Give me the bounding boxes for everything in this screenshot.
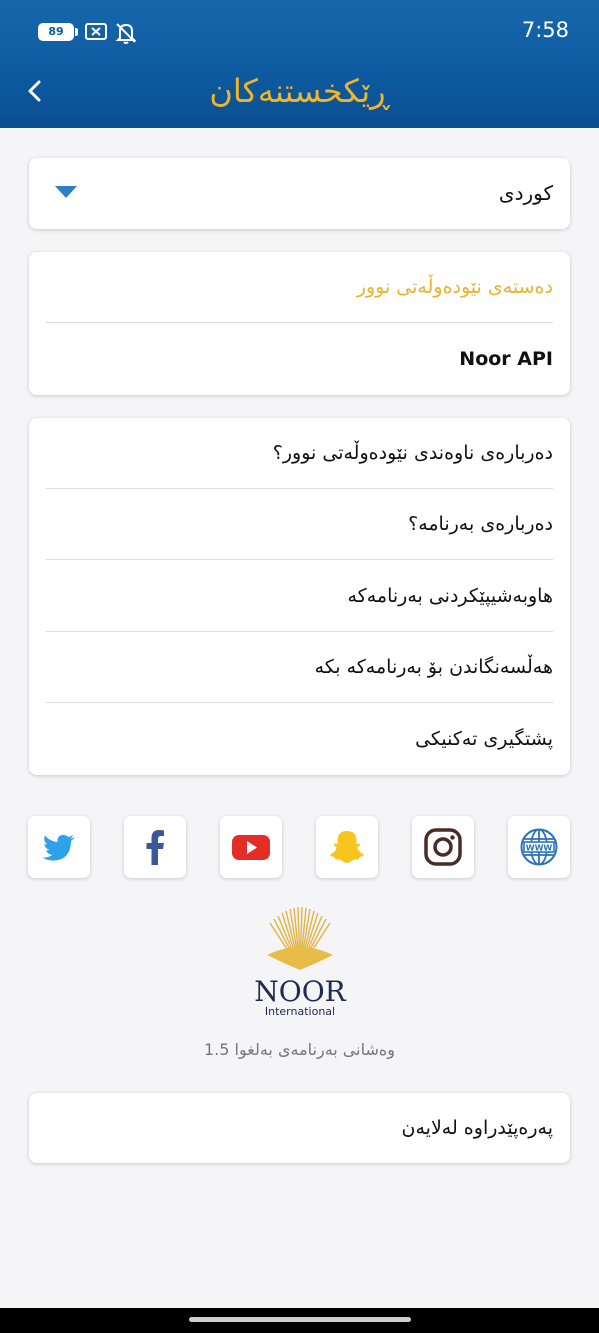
sponsor-label: پەرەپێدراوە لەلایەن bbox=[401, 1117, 553, 1139]
list-item-rate-app[interactable]: هەڵسەنگاندن بۆ بەرنامەکە بکە bbox=[46, 632, 553, 703]
website-button[interactable]: WWW bbox=[508, 816, 570, 878]
list-item-about-center[interactable]: دەربارەی ناوەندی نێودەوڵەتی نوور؟ bbox=[46, 418, 553, 489]
battery-tip bbox=[75, 28, 78, 36]
twitter-button[interactable] bbox=[28, 816, 90, 878]
caret-down-icon bbox=[55, 186, 77, 198]
page-title: ڕێکخستنەکان bbox=[209, 72, 390, 110]
status-time: 7:58 bbox=[521, 18, 569, 42]
list-item-noor-api[interactable]: Noor API bbox=[46, 324, 553, 395]
svg-text:WWW: WWW bbox=[526, 844, 553, 853]
list-item-share-app[interactable]: هاوبەشیپێکردنی بەرنامەکە bbox=[46, 561, 553, 632]
youtube-button[interactable] bbox=[220, 816, 282, 878]
instagram-icon bbox=[424, 828, 462, 866]
bell-off-icon bbox=[115, 23, 137, 44]
logo-wordmark: NOOR bbox=[254, 975, 346, 1008]
home-gesture-handle[interactable] bbox=[189, 1317, 411, 1322]
instagram-button[interactable] bbox=[412, 816, 474, 878]
app-header: 89 7:58 ڕێکخستنەکان bbox=[0, 0, 599, 128]
twitter-icon bbox=[42, 834, 75, 861]
status-bar: 89 7:58 bbox=[0, 0, 599, 64]
youtube-icon bbox=[232, 835, 270, 860]
battery-indicator: 89 bbox=[38, 23, 74, 41]
facebook-icon bbox=[146, 830, 164, 865]
list-item-noor-organization[interactable]: دەستەی نێودەوڵەتی نوور bbox=[46, 252, 553, 323]
logo-subtitle: International bbox=[265, 1005, 335, 1018]
noor-logo: NOOR International bbox=[245, 905, 355, 1020]
sponsor-card[interactable]: پەرەپێدراوە لەلایەن bbox=[29, 1093, 570, 1163]
facebook-button[interactable] bbox=[124, 816, 186, 878]
app-version: وەشانی بەرنامەی بەلغوا 1.5 bbox=[204, 1040, 395, 1059]
no-sim-icon bbox=[85, 23, 107, 40]
links-card-two: دەربارەی ناوەندی نێودەوڵەتی نوور؟ دەربار… bbox=[29, 418, 570, 775]
list-item-tech-support[interactable]: پشتگیری تەکنیکی bbox=[46, 704, 553, 775]
chevron-left-icon bbox=[28, 80, 41, 102]
list-item-about-app[interactable]: دەربارەی بەرنامە؟ bbox=[46, 489, 553, 560]
snapchat-button[interactable] bbox=[316, 816, 378, 878]
noor-rays-emblem: NOOR International bbox=[254, 906, 347, 1018]
language-selected: كوردی bbox=[498, 181, 553, 205]
language-dropdown[interactable]: كوردی bbox=[29, 158, 570, 229]
snapchat-icon bbox=[330, 831, 364, 863]
links-card-one: دەستەی نێودەوڵەتی نوور Noor API bbox=[29, 252, 570, 395]
globe-icon: WWW bbox=[520, 828, 558, 866]
back-button[interactable] bbox=[18, 72, 54, 110]
